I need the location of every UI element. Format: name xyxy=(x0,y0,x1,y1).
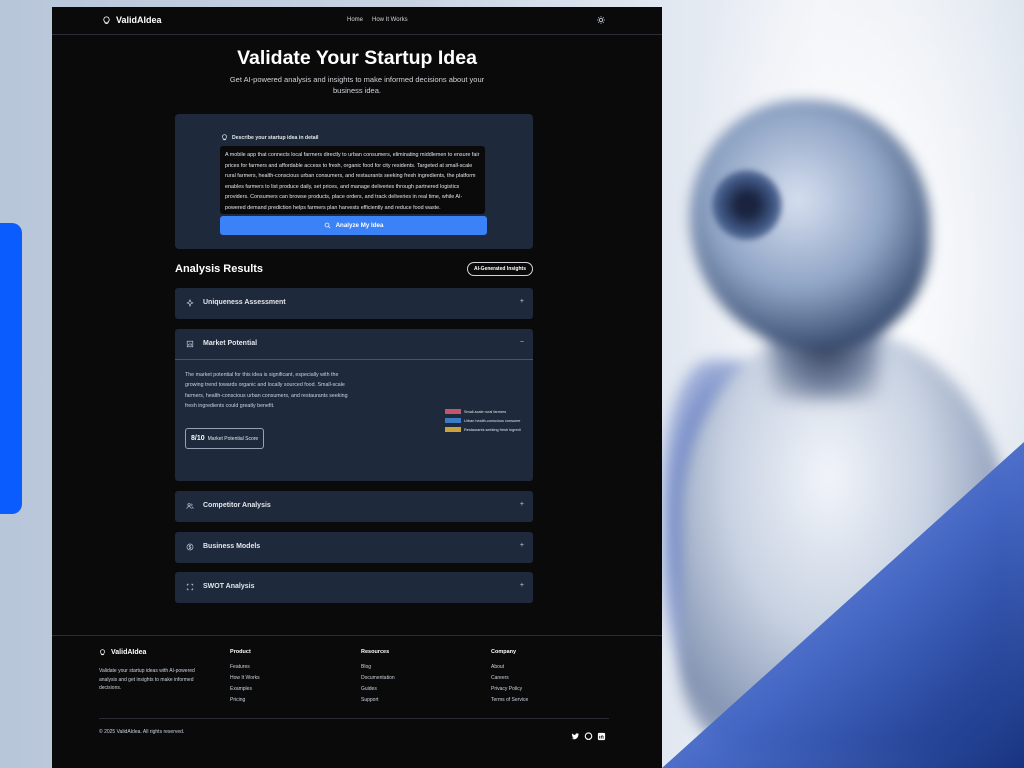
results-title: Analysis Results xyxy=(175,263,264,275)
footer-link[interactable]: How It Works xyxy=(230,675,260,686)
footer-col-resources: Resources Blog Documentation Guides Supp… xyxy=(361,649,395,708)
footer-link[interactable]: Careers xyxy=(491,675,528,686)
navbar: ValidAIdea Home How It Works xyxy=(52,7,662,35)
copyright: © 2025 ValidAIdea. All rights reserved. xyxy=(99,729,185,735)
section-title: SWOT Analysis xyxy=(203,583,255,590)
footer-link[interactable]: Examples xyxy=(230,686,260,697)
linkedin-icon[interactable] xyxy=(597,728,606,741)
legend-swatch xyxy=(445,418,461,423)
footer-brand-name: ValidAIdea xyxy=(111,649,147,656)
expand-icon[interactable]: + xyxy=(520,542,524,549)
nav-link-how-it-works[interactable]: How It Works xyxy=(372,17,408,23)
section-swot-analysis[interactable]: SWOT Analysis + xyxy=(175,572,533,603)
footer-link[interactable]: Privacy Policy xyxy=(491,686,528,697)
footer-link[interactable]: About xyxy=(491,664,528,675)
footer-link[interactable]: Pricing xyxy=(230,697,260,708)
theme-toggle-icon[interactable] xyxy=(596,15,606,25)
legend-item: Restaurants seeking fresh ingredi xyxy=(445,425,521,434)
collapse-icon[interactable]: − xyxy=(520,339,524,346)
expand-arrows-icon xyxy=(186,583,194,591)
footer-divider xyxy=(99,718,609,719)
chart-icon xyxy=(186,340,194,348)
brand-logo[interactable]: ValidAIdea xyxy=(102,15,162,25)
lightbulb-icon xyxy=(222,134,227,141)
twitter-icon[interactable] xyxy=(571,728,580,740)
footer-link[interactable]: Documentation xyxy=(361,675,395,686)
section-business-models[interactable]: Business Models + xyxy=(175,532,533,563)
expand-icon[interactable]: + xyxy=(520,298,524,305)
market-score-value: 8/10 xyxy=(191,435,205,442)
footer-link[interactable]: Guides xyxy=(361,686,395,697)
section-title: Market Potential xyxy=(203,340,258,347)
footer-description: Validate your startup ideas with AI-powe… xyxy=(99,668,195,691)
users-icon xyxy=(186,503,194,509)
analyze-button-label: Analyze My Idea xyxy=(335,222,384,229)
market-score-box: 8/10 Market Potential Score xyxy=(185,428,265,449)
brand-name: ValidAIdea xyxy=(116,15,162,25)
sparkles-icon xyxy=(186,299,194,307)
section-title: Competitor Analysis xyxy=(203,502,271,509)
search-icon xyxy=(324,222,331,229)
footer-brand[interactable]: ValidAIdea xyxy=(99,649,146,656)
legend-swatch xyxy=(445,427,461,432)
nav-link-home[interactable]: Home xyxy=(347,17,363,23)
footer-link[interactable]: Terms of Service xyxy=(491,697,528,708)
legend-item: Small-scale rural farmers xyxy=(445,407,521,416)
section-market-potential[interactable]: Market Potential − The market potential … xyxy=(175,329,533,481)
idea-label: Describe your startup idea in detail xyxy=(221,134,318,141)
social-links xyxy=(571,728,606,741)
idea-textarea[interactable]: A mobile app that connects local farmers… xyxy=(220,146,485,214)
footer-link[interactable]: Blog xyxy=(361,664,395,675)
section-title: Business Models xyxy=(203,543,261,550)
legend-label: Small-scale rural farmers xyxy=(464,409,507,414)
dollar-circle-icon xyxy=(186,543,194,551)
section-competitor-analysis[interactable]: Competitor Analysis + xyxy=(175,491,533,522)
footer-link[interactable]: Support xyxy=(361,697,395,708)
footer-col-heading: Product xyxy=(230,649,251,655)
legend-label: Restaurants seeking fresh ingredi xyxy=(464,427,521,432)
lightbulb-icon xyxy=(103,15,110,24)
expand-icon[interactable]: + xyxy=(520,501,524,508)
nav-links: Home How It Works xyxy=(347,17,408,23)
idea-label-text: Describe your startup idea in detail xyxy=(232,134,319,141)
github-icon[interactable] xyxy=(584,728,593,740)
footer-col-heading: Company xyxy=(491,649,517,655)
page-title: Validate Your Startup Idea xyxy=(237,47,477,69)
app-window: ValidAIdea Home How It Works Validate Yo… xyxy=(52,7,662,768)
expand-icon[interactable]: + xyxy=(520,582,524,589)
legend-item: Urban health-conscious consume xyxy=(445,416,521,425)
idea-input-card: Describe your startup idea in detail A m… xyxy=(175,114,533,249)
section-divider xyxy=(175,359,533,360)
footer-link[interactable]: Features xyxy=(230,664,260,675)
footer: ValidAIdea Validate your startup ideas w… xyxy=(52,635,662,768)
market-score-label: Market Potential Score xyxy=(207,435,259,442)
footer-col-product: Product Features How It Works Examples P… xyxy=(230,649,260,708)
section-uniqueness[interactable]: Uniqueness Assessment + xyxy=(175,288,533,319)
footer-col-company: Company About Careers Privacy Policy Ter… xyxy=(491,649,528,708)
legend-label: Urban health-conscious consume xyxy=(464,418,521,423)
analyze-button[interactable]: Analyze My Idea xyxy=(220,216,487,235)
section-title: Uniqueness Assessment xyxy=(203,299,286,306)
legend-swatch xyxy=(445,409,461,414)
market-potential-text: The market potential for this idea is si… xyxy=(185,372,348,410)
footer-col-heading: Resources xyxy=(361,649,390,655)
page-subtitle: Get AI-powered analysis and insights to … xyxy=(229,75,485,95)
side-accent-bar xyxy=(0,223,22,514)
ai-insights-badge: AI-Generated Insights xyxy=(467,262,533,276)
lightbulb-icon xyxy=(100,649,105,656)
chart-legend: Small-scale rural farmers Urban health-c… xyxy=(445,407,521,434)
